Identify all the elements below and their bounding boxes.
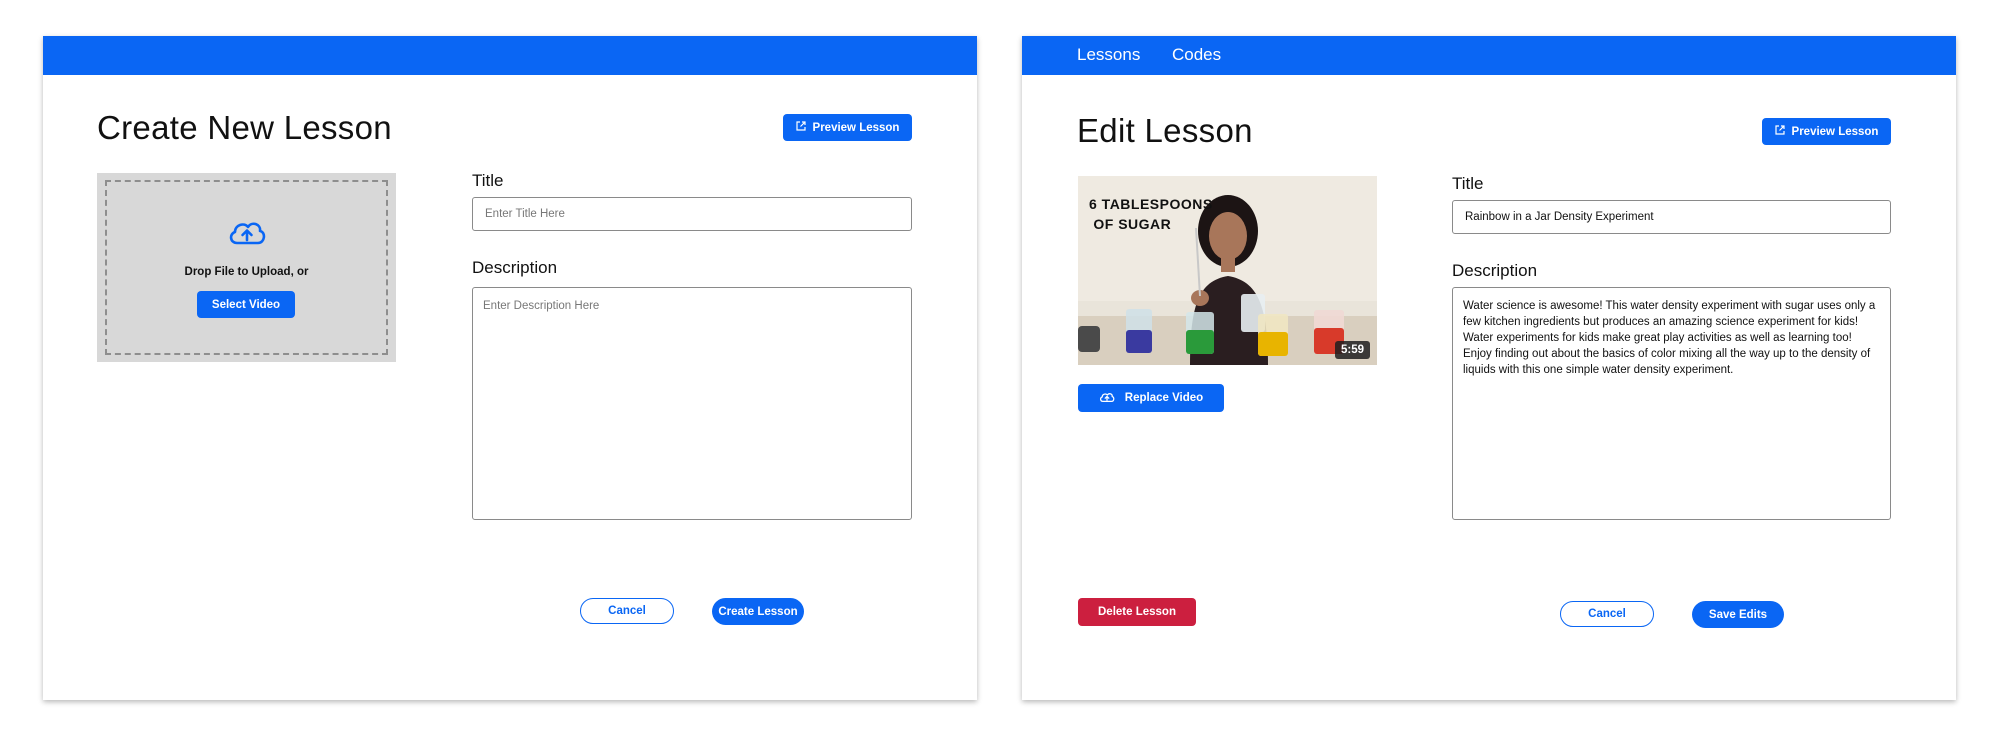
cancel-button[interactable]: Cancel [580,598,674,624]
preview-lesson-button[interactable]: Preview Lesson [1762,118,1891,145]
dropzone-border: Drop File to Upload, or Select Video [105,180,388,355]
title-input[interactable] [1452,200,1891,234]
description-label: Description [472,258,558,277]
preview-lesson-button[interactable]: Preview Lesson [783,114,912,141]
nav-codes-link[interactable]: Codes [1172,45,1221,65]
title-label: Title [1452,174,1484,193]
external-link-icon [1774,125,1785,138]
edit-lesson-panel: Lessons Codes Edit Lesson Preview Lesson [1022,36,1956,700]
cloud-upload-icon [1099,391,1115,406]
title-input[interactable] [472,197,912,231]
video-thumbnail[interactable]: 6 TABLESPOONS OF SUGAR 5:59 [1078,176,1377,365]
title-label: Title [472,171,504,190]
select-video-button[interactable]: Select Video [197,291,295,318]
description-input[interactable] [472,287,912,520]
cancel-button[interactable]: Cancel [1560,601,1654,627]
create-lesson-panel: Create New Lesson Preview Lesson Drop Fi… [43,36,977,700]
description-input[interactable]: Water science is awesome! This water den… [1452,287,1891,520]
top-nav-bar: Lessons Codes [1022,36,1956,75]
create-lesson-button[interactable]: Create Lesson [712,598,804,625]
top-bar [43,36,977,75]
video-duration-badge: 5:59 [1334,341,1370,359]
video-caption: 6 TABLESPOONS OF SUGAR [1089,196,1213,232]
page-title: Create New Lesson [97,109,392,146]
drop-file-text: Drop File to Upload, or [184,266,309,278]
cloud-upload-icon [107,217,386,252]
description-label: Description [1452,261,1538,280]
page-title: Edit Lesson [1077,112,1253,149]
external-link-icon [795,121,806,134]
video-dropzone[interactable]: Drop File to Upload, or Select Video [97,173,396,362]
delete-lesson-button[interactable]: Delete Lesson [1078,598,1196,626]
save-edits-button[interactable]: Save Edits [1692,601,1784,628]
replace-video-button[interactable]: Replace Video [1078,384,1224,412]
replace-video-label: Replace Video [1124,392,1204,404]
preview-lesson-label: Preview Lesson [1791,125,1879,138]
preview-lesson-label: Preview Lesson [812,121,900,134]
nav-lessons-link[interactable]: Lessons [1077,45,1140,65]
